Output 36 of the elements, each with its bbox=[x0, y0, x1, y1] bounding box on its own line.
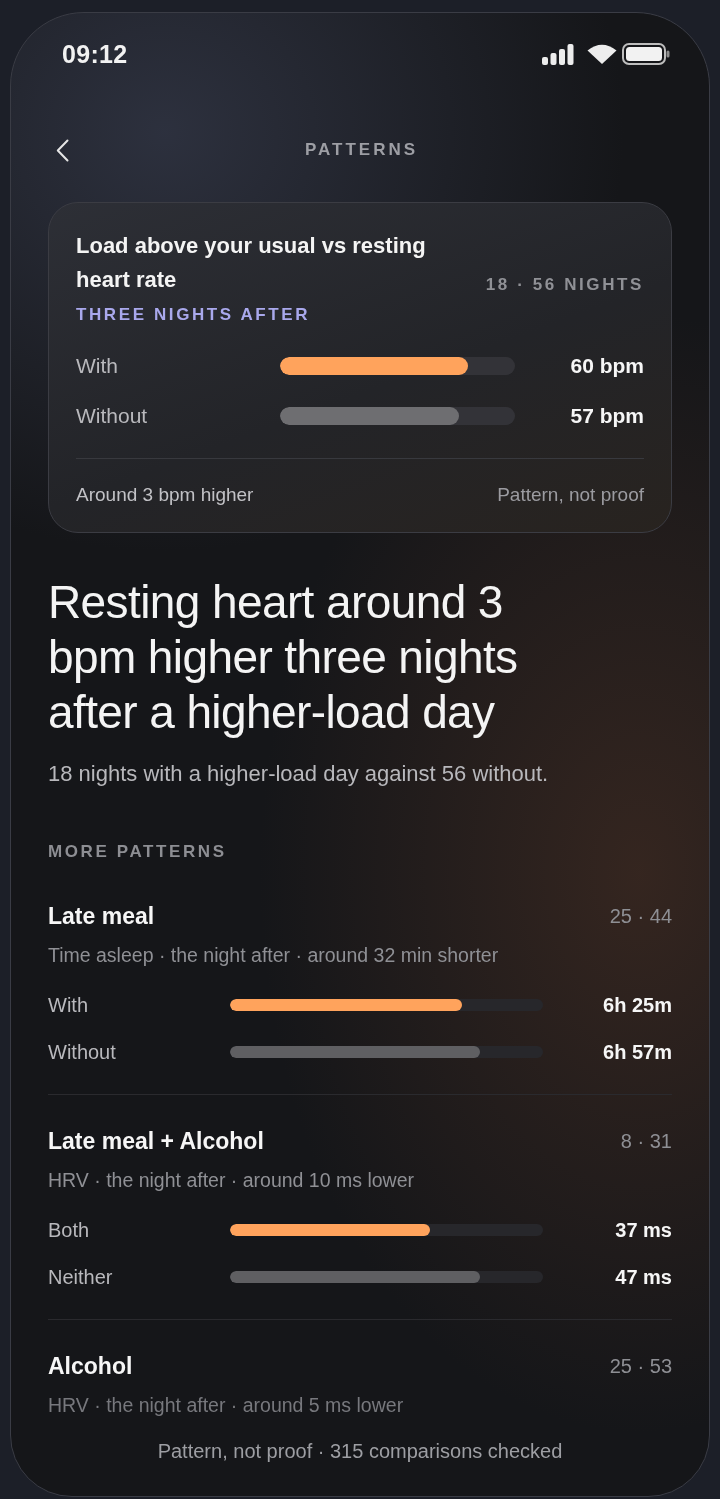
pattern-detail: Time asleep · the night after · around 32 min shorter bbox=[48, 943, 500, 968]
bar-label: Without bbox=[48, 1040, 117, 1064]
bar-label: With bbox=[48, 993, 89, 1017]
nights-count: 18 · 56 NIGHTS bbox=[485, 275, 644, 295]
pattern-counts: 25 · 53 bbox=[609, 1354, 672, 1378]
subheadline: 18 nights with a higher-load day against 56 without. bbox=[48, 760, 550, 788]
bar-label: With bbox=[76, 354, 119, 378]
pattern-title: Late meal + Alcohol bbox=[48, 1127, 264, 1155]
bar-value: 47 ms bbox=[615, 1265, 672, 1289]
pattern-counts: 8 · 31 bbox=[620, 1129, 672, 1153]
pattern-title: Alcohol bbox=[48, 1352, 133, 1380]
caveat-text: Pattern, not proof bbox=[497, 483, 644, 507]
card-title: Load above your usual vs resting heart rate bbox=[76, 232, 427, 294]
timing-label: THREE NIGHTS AFTER bbox=[76, 304, 312, 326]
pattern-title: Late meal bbox=[48, 902, 155, 930]
status-time: 09:12 bbox=[62, 39, 128, 69]
pattern-counts: 25 · 44 bbox=[609, 904, 672, 928]
page-title: PATTERNS bbox=[303, 140, 419, 160]
footer-note: Pattern, not proof · 315 comparisons checked bbox=[156, 1439, 564, 1463]
bar-value: 60 bpm bbox=[570, 354, 644, 378]
battery-icon bbox=[622, 43, 670, 65]
bar-label: Neither bbox=[48, 1265, 114, 1289]
headline: Resting heart around 3 bpm higher three nights after a higher-load day bbox=[48, 575, 519, 740]
pattern-detail: HRV · the night after · around 10 ms lower bbox=[48, 1168, 415, 1193]
bar-value: 57 bpm bbox=[570, 404, 644, 428]
chevron-left-icon bbox=[56, 138, 69, 162]
wifi-icon bbox=[587, 44, 617, 64]
difference-summary: Around 3 bpm higher bbox=[76, 483, 254, 507]
bar-value: 37 ms bbox=[615, 1218, 672, 1242]
section-heading: MORE PATTERNS bbox=[48, 841, 228, 863]
bar-label: Both bbox=[48, 1218, 91, 1242]
pattern-detail: HRV · the night after · around 5 ms lower bbox=[48, 1393, 405, 1418]
bar-value: 6h 25m bbox=[603, 993, 672, 1017]
bar-label: Without bbox=[76, 404, 149, 428]
signal-icon bbox=[542, 43, 574, 65]
bar-value: 6h 57m bbox=[603, 1040, 672, 1064]
